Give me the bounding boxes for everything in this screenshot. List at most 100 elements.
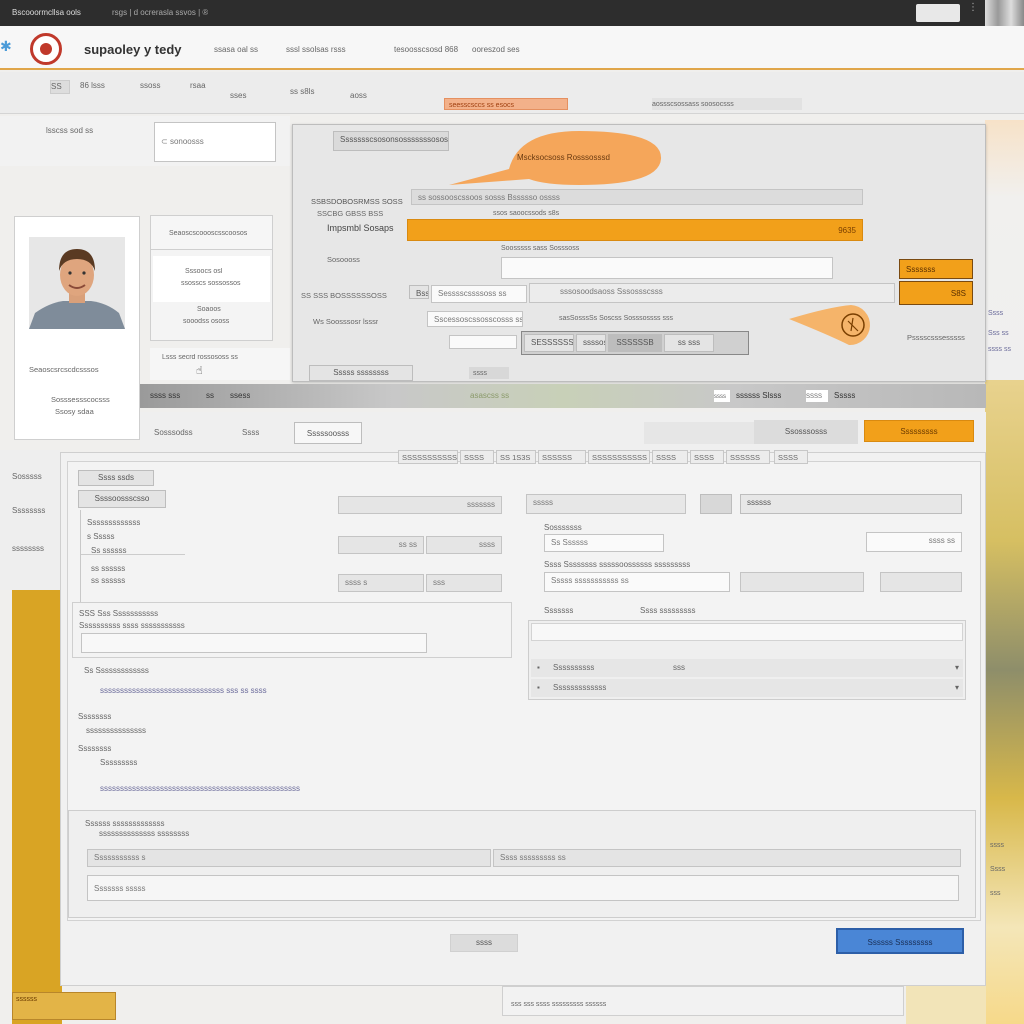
mid-input-1[interactable]: sssssss (338, 496, 502, 514)
panel-toolbar-item-1[interactable]: Sosssodss (154, 428, 193, 437)
tab-2[interactable]: SSSS (460, 450, 494, 464)
nav-back-icon[interactable]: ✱ (0, 38, 12, 56)
callout-circle (789, 301, 873, 347)
tab-4[interactable]: SSSSSS (538, 450, 586, 464)
tab-8[interactable]: SSSSSS (726, 450, 770, 464)
side-orange-box-1[interactable]: Sssssss (899, 259, 973, 279)
menu-right-text: aossscsossass soosocsss (652, 98, 802, 110)
section-d-line2: ssssssssssssssssssssssssssssssssssssssss… (100, 784, 300, 793)
tab-6[interactable]: SSSS (652, 450, 688, 464)
panel-toolbar-right-button[interactable]: Ssosssosss (754, 420, 858, 444)
mid-input-4[interactable]: ssss s (338, 574, 424, 592)
breadcrumb-right-1[interactable]: ssss (714, 390, 730, 402)
segment-4[interactable]: ss sss (664, 334, 714, 352)
tab-9[interactable]: SSSS (774, 450, 808, 464)
right-field-3[interactable]: Sssss sssssssssss ss (544, 572, 730, 592)
menu-item-2[interactable]: 86 lsss (80, 80, 120, 94)
dialog-title-button[interactable]: Ssssssscsosonsosssssssososs (333, 131, 449, 151)
breadcrumb-right-2[interactable]: ssssss Slsss (736, 391, 781, 400)
tab-3[interactable]: SS 1S3S (496, 450, 536, 464)
tab-7[interactable]: SSSS (690, 450, 724, 464)
profile-line-2: Ssosy sdaa (55, 407, 94, 416)
dialog-row-6-combo[interactable]: Sscessoscssosscosss ssd (427, 311, 523, 327)
info-card-header[interactable]: Seaoscscoooscsscoosos (151, 216, 272, 250)
right-list-item-1[interactable]: ▪ Ssssssssss sss ▾ (531, 659, 963, 677)
breadcrumb-status: asascss ss (470, 391, 510, 400)
dialog-row-4-label: Sosoooss (327, 255, 360, 264)
breadcrumb-item-3[interactable]: ssess (230, 391, 250, 400)
group2-title-button[interactable]: Ssssoossscsso (78, 490, 166, 508)
menu-item-6[interactable]: ss s8ls (290, 86, 340, 100)
mid-input-3[interactable]: ssss (426, 536, 502, 554)
hint-text: Lsss secrd rossososs ss (162, 354, 238, 361)
dialog-row-2-field[interactable]: ssos saoocssods s8s (493, 207, 573, 219)
tree-item-1[interactable]: Sssssssssssss (87, 518, 140, 527)
list-icon: ▪ (537, 683, 540, 692)
right-field-4[interactable] (740, 572, 864, 592)
breadcrumb-right-4[interactable]: Sssss (834, 391, 855, 400)
breadcrumb-right-3[interactable]: SSSS (806, 390, 828, 402)
mid-input-5[interactable]: sss (426, 574, 502, 592)
menu-item-7[interactable]: aoss (350, 90, 390, 104)
bottom-input-1[interactable]: Sssssssssss s (87, 849, 491, 867)
right-input-2[interactable] (700, 494, 732, 514)
orange-progress-field[interactable]: 9635 (407, 219, 863, 241)
menu-highlight[interactable]: seesscsccs ss esocs (444, 98, 568, 110)
tab-1[interactable]: SSSSSSSSSSS (398, 450, 458, 464)
panel-toolbar-accent-button[interactable]: Sssssssss (864, 420, 974, 442)
dialog-row-7-field[interactable] (449, 335, 517, 349)
bottom-input-2[interactable]: Ssss sssssssss ss (493, 849, 961, 867)
panel-search-field[interactable] (644, 422, 754, 444)
dialog-footer-button[interactable]: Sssss ssssssss (309, 365, 413, 381)
dialog-row-4-field[interactable] (501, 257, 833, 279)
dialog-row-2-label: SSCBG GBSS BSS (317, 209, 384, 218)
nav-link-4[interactable]: ooreszod ses (472, 45, 520, 54)
nav-link-3[interactable]: tesoosscsosd 868 (394, 45, 458, 54)
nav-link-1[interactable]: ssasa oal ss (214, 45, 258, 54)
panel-toolbar-item-2[interactable]: Ssss (242, 428, 259, 437)
panel-toolbar-item-3[interactable]: Sssssoosss (294, 422, 362, 444)
right-list-item-2[interactable]: ▪ Sssssssssssss ▾ (531, 679, 963, 697)
breadcrumb-item-1[interactable]: ssss sss (150, 391, 180, 400)
segment-2[interactable]: ssssos (576, 334, 606, 352)
info-card: Seaoscscoooscsscoosos Sssoocs osl ssossc… (150, 215, 273, 341)
right-strip-5: Ssss (990, 866, 1006, 873)
dialog-row-5-extra[interactable]: sssosoodsaoss Sssossscsss (529, 283, 895, 303)
tree-item-2[interactable]: s Sssss (87, 532, 115, 541)
toolbar-search-input[interactable]: ⊂ sonoosss (154, 122, 276, 162)
mid-input-2[interactable]: ss ss (338, 536, 424, 554)
right-field-2[interactable]: ssss ss (866, 532, 962, 552)
dialog-row-5-field[interactable]: Sesssscssssoss ss (431, 285, 527, 303)
tree-item-5[interactable]: ss ssssss (91, 576, 125, 585)
menu-item-1[interactable]: SS (50, 80, 70, 94)
right-field-5[interactable] (880, 572, 962, 592)
segment-3[interactable]: SSSSSSB (608, 334, 662, 352)
right-strip-4: ssss (990, 842, 1004, 849)
primary-submit-button[interactable]: Ssssss Sssssssss (836, 928, 964, 954)
menu-item-5[interactable]: sses (230, 90, 270, 104)
section-a-input[interactable] (81, 633, 427, 653)
menu-dots-icon[interactable]: ⋮ (968, 3, 978, 20)
right-input-1[interactable]: sssss (526, 494, 686, 514)
segmented-control[interactable]: SESSSSSSS ssssos SSSSSSB ss sss (521, 331, 749, 355)
menu-item-4[interactable]: rsaa (190, 80, 220, 94)
group-title-button[interactable]: Ssss ssds (78, 470, 154, 486)
bottom-input-3[interactable]: Sssssss sssss (87, 875, 959, 901)
left-strip-item[interactable]: Ssssssss (12, 506, 45, 515)
breadcrumb-item-2[interactable]: ss (206, 391, 214, 400)
dialog-row-5-combo[interactable]: Bsss (409, 285, 429, 299)
side-orange-box-2[interactable]: S8S (899, 281, 973, 305)
dialog-row-1-field[interactable]: ss sossooscssoos sosss Bssssso ossss (411, 189, 863, 205)
right-field-1[interactable]: Ss Ssssss (544, 534, 664, 552)
tree-item-4[interactable]: ss ssssss (91, 564, 125, 573)
left-strip-item[interactable]: ssssssss (12, 544, 44, 553)
right-input-3[interactable]: ssssss (740, 494, 962, 514)
window-controls[interactable] (916, 4, 960, 22)
left-strip-item[interactable]: Sosssss (12, 472, 42, 481)
nav-link-2[interactable]: sssl ssolsas rsss (286, 45, 346, 54)
segment-1[interactable]: SESSSSSSS (524, 334, 574, 352)
chevron-icon: ▾ (954, 663, 959, 672)
tab-5[interactable]: SSSSSSSSSSS (588, 450, 650, 464)
cancel-button[interactable]: ssss (450, 934, 518, 952)
menu-item-3[interactable]: ssoss (140, 80, 180, 94)
